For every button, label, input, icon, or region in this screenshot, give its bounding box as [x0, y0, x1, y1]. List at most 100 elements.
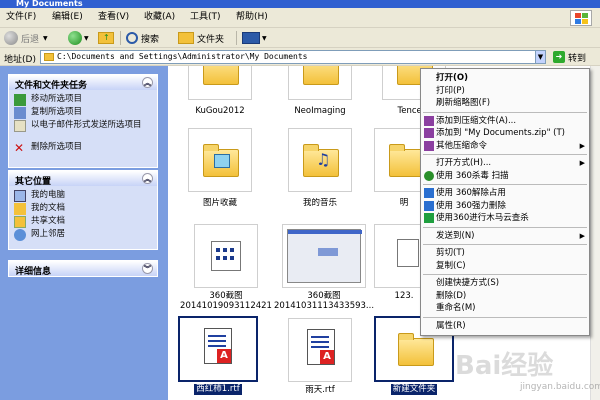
file-label: 雨天.rtf	[305, 385, 335, 395]
submenu-arrow-icon: ▶	[579, 159, 585, 167]
collapse-icon[interactable]: ︽	[142, 173, 153, 184]
context-menu-item[interactable]: 其他压缩命令 ▶	[421, 140, 589, 152]
menu-separator	[423, 184, 587, 185]
task-move[interactable]: 移动所选项目	[9, 94, 157, 107]
go-button[interactable]: ➜ 转到	[553, 50, 597, 64]
context-menu-item[interactable]: 添加到压缩文件(A)...	[421, 115, 589, 127]
context-menu-item[interactable]: 属性(R)	[421, 320, 589, 332]
file-item[interactable]: ♫ 我的音乐	[280, 128, 360, 209]
menu-separator	[423, 244, 587, 245]
task-pane: 文件和文件夹任务 ︽ 移动所选项目 复制所选项目 以电子邮件形式发送所选项目 ✕…	[0, 66, 168, 400]
rtf-file-icon: A	[307, 329, 335, 365]
details-header[interactable]: 详细信息 ︾	[9, 261, 157, 277]
task-copy-label: 复制所选项目	[31, 107, 83, 117]
file-item[interactable]: 360截图 20141019093112421	[180, 224, 272, 311]
360green-icon	[424, 213, 434, 223]
place-my-documents[interactable]: 我的文档	[9, 203, 157, 216]
context-menu-item[interactable]: 复制(C)	[421, 260, 589, 272]
context-menu-item-label: 使用360进行木马云查杀	[436, 213, 529, 223]
address-input[interactable]: C:\Documents and Settings\Administrator\…	[40, 50, 546, 64]
go-label: 转到	[568, 53, 587, 64]
title-bar: My Documents	[0, 0, 600, 8]
image-thumbnail	[194, 224, 258, 288]
context-menu-item[interactable]: 使用 360杀毒 扫描	[421, 170, 589, 182]
collapse-icon[interactable]: ︽	[142, 77, 153, 88]
delete-icon: ✕	[14, 141, 25, 155]
other-places-header[interactable]: 其它位置 ︽	[9, 171, 157, 187]
file-item[interactable]: NeoImaging	[280, 66, 360, 117]
place-shared-documents[interactable]: 共享文档	[9, 216, 157, 229]
forward-arrow-icon	[68, 31, 82, 45]
pictures-folder-icon	[203, 144, 239, 177]
back-button[interactable]: 后退 ▼	[4, 30, 48, 46]
details-title: 详细信息	[15, 267, 52, 277]
task-copy[interactable]: 复制所选项目	[9, 107, 157, 120]
address-bar: 地址(D) C:\Documents and Settings\Administ…	[0, 48, 600, 66]
file-tasks-header[interactable]: 文件和文件夹任务 ︽	[9, 75, 157, 91]
menu-favorites[interactable]: 收藏(A)	[144, 12, 175, 23]
forward-button[interactable]: ▼	[68, 30, 89, 46]
menu-file[interactable]: 文件(F)	[6, 12, 36, 23]
context-menu-item[interactable]: 打开(O)	[421, 72, 589, 84]
search-button[interactable]: 搜索	[126, 30, 159, 46]
file-label: 图片收藏	[202, 198, 237, 208]
folder-thumbnail	[188, 66, 252, 100]
context-menu-item[interactable]: 打印(P)	[421, 85, 589, 97]
place-my-computer[interactable]: 我的电脑	[9, 190, 157, 203]
back-label: 后退	[21, 34, 40, 45]
windows-logo-icon	[570, 10, 592, 26]
file-item[interactable]: A 西红柿1.rtf	[178, 316, 258, 399]
place-network[interactable]: 网上邻居	[9, 229, 157, 242]
folders-button[interactable]: 文件夹	[178, 30, 224, 46]
task-move-label: 移动所选项目	[31, 94, 83, 104]
task-email-label: 以电子邮件形式发送所选项目	[31, 120, 142, 130]
file-item[interactable]: KuGou2012	[180, 66, 260, 117]
context-menu-item[interactable]: 打开方式(H)... ▶	[421, 157, 589, 169]
file-label: 我的音乐	[302, 198, 337, 208]
menu-bar: 文件(F) 编辑(E) 查看(V) 收藏(A) 工具(T) 帮助(H)	[0, 8, 600, 28]
other-places-panel: 其它位置 ︽ 我的电脑 我的文档 共享文档 网上邻居	[8, 170, 158, 250]
menu-tools[interactable]: 工具(T)	[190, 12, 221, 23]
menu-edit[interactable]: 编辑(E)	[52, 12, 83, 23]
menu-view[interactable]: 查看(V)	[98, 12, 129, 23]
vertical-scrollbar[interactable]	[590, 66, 600, 400]
toolbar: 后退 ▼ ▼ ↑ 搜索 文件夹 ▼	[0, 28, 600, 48]
folder-thumbnail: ♫	[288, 128, 352, 192]
folder-up-icon: ↑	[98, 32, 114, 44]
file-tasks-panel: 文件和文件夹任务 ︽ 移动所选项目 复制所选项目 以电子邮件形式发送所选项目 ✕…	[8, 74, 158, 168]
views-button[interactable]: ▼	[242, 30, 267, 46]
file-item[interactable]: A 雨天.rtf	[280, 318, 360, 396]
360-icon	[424, 188, 434, 198]
context-menu-item[interactable]: 使用 360强力删除	[421, 200, 589, 212]
file-item[interactable]: 360截图 20141031113433593...	[274, 224, 374, 311]
context-menu-item[interactable]: 添加到 "My Documents.zip" (T)	[421, 127, 589, 139]
watermark-url: jingyan.baidu.com	[520, 382, 600, 392]
context-menu-item-label: 重命名(M)	[436, 303, 476, 313]
address-dropdown-button[interactable]: ▼	[535, 51, 545, 63]
context-menu-item[interactable]: 刷新缩略图(F)	[421, 97, 589, 109]
up-folder-button[interactable]: ↑	[98, 30, 114, 46]
task-email[interactable]: 以电子邮件形式发送所选项目	[9, 120, 157, 142]
file-item[interactable]: 图片收藏	[180, 128, 260, 209]
toolbar-separator	[120, 31, 121, 45]
search-icon	[126, 32, 138, 44]
context-menu-item[interactable]: 发送到(N) ▶	[421, 230, 589, 242]
context-menu-item[interactable]: 删除(D)	[421, 290, 589, 302]
archive-icon	[424, 140, 434, 151]
context-menu-item[interactable]: 创建快捷方式(S)	[421, 277, 589, 289]
chevron-down-icon: ▼	[262, 34, 267, 42]
menu-help[interactable]: 帮助(H)	[236, 12, 268, 23]
context-menu-item[interactable]: 使用 360解除占用	[421, 187, 589, 199]
context-menu-item[interactable]: 使用360进行木马云查杀	[421, 212, 589, 224]
context-menu-item[interactable]: 剪切(T)	[421, 247, 589, 259]
context-menu-item-label: 属性(R)	[436, 320, 466, 331]
folder-icon	[303, 66, 339, 85]
task-delete[interactable]: ✕ 删除所选项目	[9, 142, 157, 155]
toolbar-separator	[236, 31, 237, 45]
folders-label: 文件夹	[197, 34, 225, 45]
menu-separator	[423, 111, 587, 113]
expand-icon[interactable]: ︾	[142, 263, 153, 274]
archive-icon	[424, 115, 434, 126]
place-my-computer-label: 我的电脑	[31, 190, 66, 200]
context-menu-item[interactable]: 重命名(M)	[421, 302, 589, 314]
